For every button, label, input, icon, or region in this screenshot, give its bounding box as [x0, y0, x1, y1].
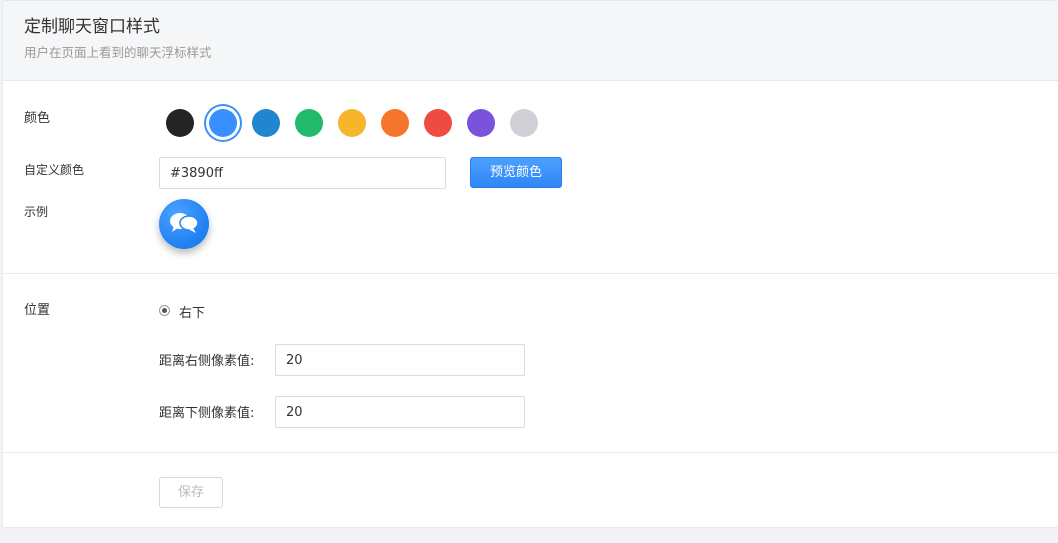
color-label: 颜色: [24, 111, 51, 126]
right-offset-input[interactable]: [275, 344, 525, 376]
position-option-label: 右下: [179, 306, 206, 321]
page-title: 定制聊天窗口样式: [24, 17, 160, 37]
section-divider: [3, 273, 1058, 274]
footer-divider: [3, 452, 1058, 453]
color-swatch-red[interactable]: [424, 109, 452, 137]
color-swatch-purple[interactable]: [467, 109, 495, 137]
bottom-offset-label: 距离下侧像素值:: [159, 406, 255, 421]
color-swatch-black[interactable]: [166, 109, 194, 137]
settings-card: 定制聊天窗口样式 用户在页面上看到的聊天浮标样式 颜色 自定义颜色 预览颜色 示…: [2, 0, 1058, 528]
example-label: 示例: [24, 205, 49, 219]
preview-color-button[interactable]: 预览颜色: [470, 157, 562, 188]
color-swatch-grey[interactable]: [510, 109, 538, 137]
chat-float-preview: [159, 199, 209, 249]
right-offset-label: 距离右侧像素值:: [159, 354, 255, 369]
custom-color-input[interactable]: [159, 157, 446, 189]
chat-bubbles-icon: [170, 213, 199, 233]
page-subtitle: 用户在页面上看到的聊天浮标样式: [24, 45, 212, 60]
position-radio-bottom-right[interactable]: [159, 305, 170, 316]
color-swatch-blue[interactable]: [209, 109, 237, 137]
save-button[interactable]: 保存: [159, 477, 223, 508]
bottom-offset-input[interactable]: [275, 396, 525, 428]
color-swatch-green[interactable]: [295, 109, 323, 137]
color-swatch-orange[interactable]: [381, 109, 409, 137]
color-swatch-dark-blue[interactable]: [252, 109, 280, 137]
card-header: 定制聊天窗口样式 用户在页面上看到的聊天浮标样式: [3, 1, 1058, 81]
color-swatch-yellow[interactable]: [338, 109, 366, 137]
position-label: 位置: [24, 303, 51, 318]
custom-color-label: 自定义颜色: [24, 163, 85, 177]
